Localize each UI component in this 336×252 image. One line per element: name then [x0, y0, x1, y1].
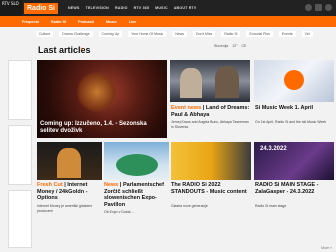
sub-nav: Prispevki Radio Si Podcasti Music Live [0, 16, 336, 27]
weather-temp: 12° [232, 44, 238, 48]
article-desc: Jernej Kraus and Angela Bunc, Abhaya Tas… [171, 120, 249, 129]
tag[interactable]: Coming Up [98, 31, 123, 37]
article-desc: Ob Expo v Dubai ... [104, 210, 135, 214]
expo-pavilion-figure [116, 154, 158, 176]
top-bar: RTV SLO Radio Si NEWS TELEVISION RADIO R… [0, 0, 336, 16]
nav-news[interactable]: NEWS [68, 6, 80, 10]
subnav-item[interactable]: Music [106, 20, 117, 24]
nav-rtv365[interactable]: RTV 365 [134, 6, 150, 10]
tag[interactable]: Drama Challenge [59, 31, 93, 37]
tag[interactable]: Vid [301, 31, 313, 37]
article-desc: Glasba nove generacije [171, 204, 208, 208]
article-card-image[interactable]: 24.3.2022 [254, 142, 334, 180]
article-title[interactable]: Event news | Land of Dreams: Paul & Abha… [171, 105, 251, 118]
article-desc: On 1st April, Radio Si and the ski Music… [255, 120, 327, 124]
subnav-item[interactable]: Radio Si [51, 20, 66, 24]
tag[interactable]: Radio Si [221, 31, 241, 37]
article-title[interactable]: Fresh Cut | Internet Money / 24kGoldn - … [37, 182, 101, 202]
article-title[interactable]: The RADIO Si 2022 STANDOUTS - Music cont… [171, 182, 251, 195]
person-figure [215, 66, 239, 98]
search-icon[interactable] [315, 4, 322, 11]
nav-about[interactable]: ABOUT RTV [174, 6, 197, 10]
article-desc: Radio Si main stage [255, 204, 287, 208]
tag[interactable]: Eurovial Plus [246, 31, 273, 37]
tag[interactable]: Don't Miss [193, 31, 216, 37]
featured-caption[interactable]: Coming up: Izzučeno, 1.4. - Sezonska sel… [40, 121, 147, 135]
weather-widget: Slovenija 12° CE [214, 44, 246, 48]
section-title: Last articles [38, 45, 91, 55]
article-desc: Internet Money je ameriški glasbeni prod… [37, 204, 93, 213]
subnav-item[interactable]: Podcasti [78, 20, 94, 24]
article-title[interactable]: RADIO Si MAIN STAGE - ZalaGasper - 24.3.… [255, 182, 333, 195]
nav-television[interactable]: TELEVISION [86, 6, 109, 10]
article-card-image[interactable] [37, 142, 102, 180]
subnav-item[interactable]: Prispevki [22, 20, 39, 24]
frog-figure [77, 72, 117, 112]
ad-slot[interactable] [8, 190, 32, 248]
top-icons [305, 4, 332, 11]
menu-icon[interactable] [325, 4, 332, 11]
more-link[interactable]: More » [321, 246, 332, 250]
featured-article[interactable]: Coming up: Izzučeno, 1.4. - Sezonska sel… [37, 60, 167, 138]
weather-extra: CE [241, 44, 247, 48]
nav-radio[interactable]: RADIO [115, 6, 128, 10]
tag[interactable]: Culture [36, 31, 54, 37]
person-figure [57, 148, 81, 178]
arrow-right-icon[interactable]: › [80, 46, 82, 53]
radio-si-logo[interactable]: Radio Si [24, 2, 59, 14]
tag[interactable]: Events [278, 31, 296, 37]
tag[interactable]: Your Home Of Music [128, 31, 167, 37]
subnav-item[interactable]: Live [129, 20, 137, 24]
article-title[interactable]: News | Parlamentschef Zorčič schließt sl… [104, 182, 168, 208]
article-card-image[interactable] [170, 60, 250, 102]
tag-row: Culture Drama Challenge Coming Up Your H… [36, 31, 313, 37]
article-title[interactable]: Si Music Week 1. April [255, 105, 333, 112]
article-card-image[interactable] [104, 142, 169, 180]
ad-slot[interactable] [8, 125, 32, 185]
article-card-image[interactable] [171, 142, 251, 180]
main-nav: NEWS TELEVISION RADIO RTV 365 MUSIC ABOU… [68, 6, 197, 10]
nav-music[interactable]: MUSIC [155, 6, 168, 10]
person-figure [180, 68, 202, 98]
ad-slot[interactable] [8, 60, 32, 120]
radio-si-badge-icon [284, 70, 304, 90]
article-card-image[interactable] [254, 60, 334, 102]
rtv-logo[interactable]: RTV SLO [0, 0, 22, 16]
weather-location: Slovenija [214, 44, 229, 48]
tag[interactable]: News [172, 31, 187, 37]
user-icon[interactable] [305, 4, 312, 11]
event-date: 24.3.2022 [260, 146, 287, 152]
